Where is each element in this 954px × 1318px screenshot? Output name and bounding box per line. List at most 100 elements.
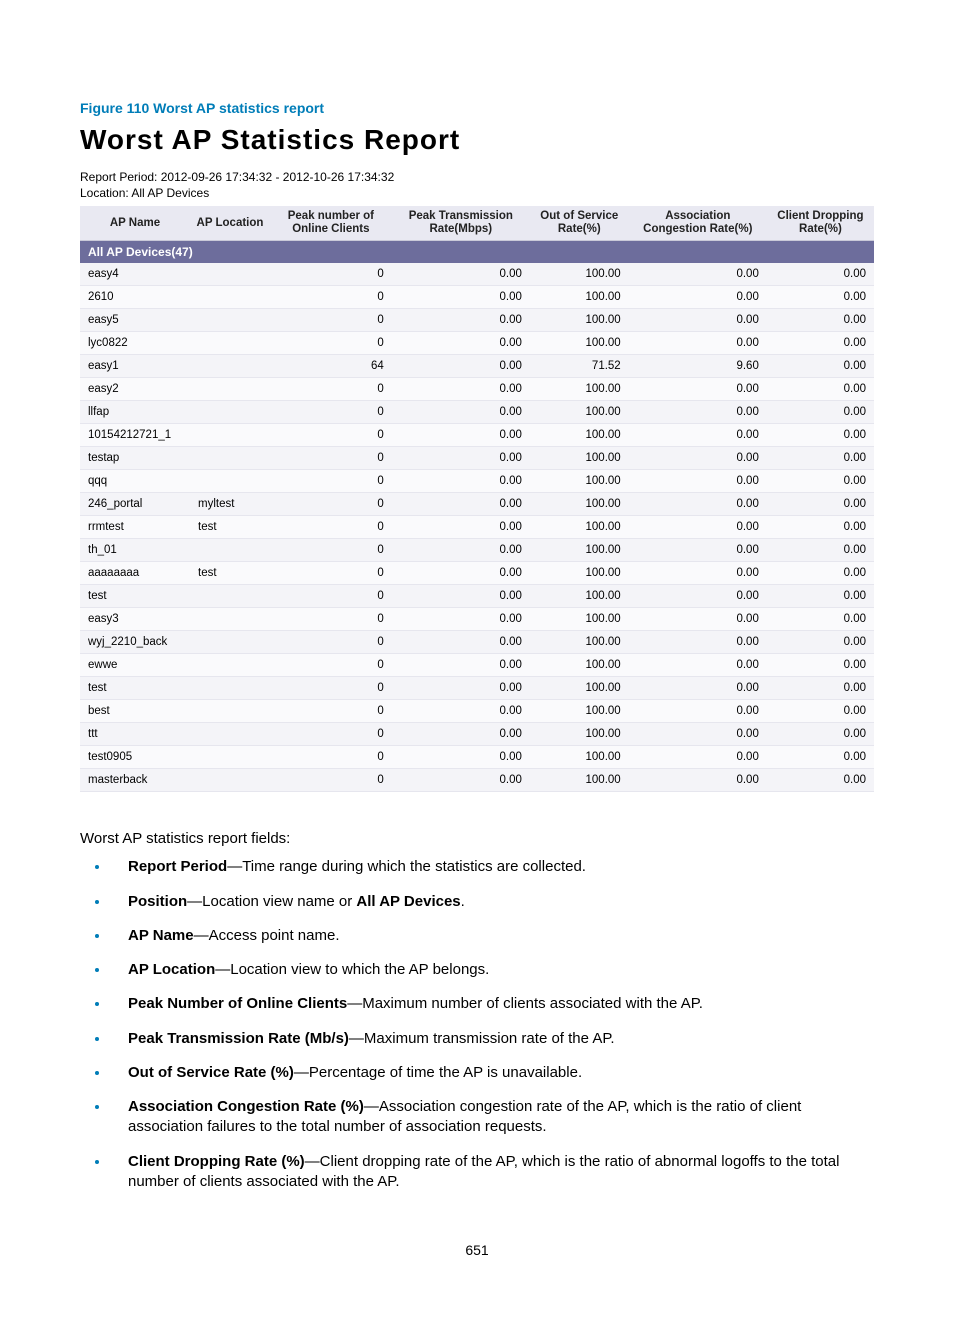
report-period: Report Period: 2012-09-26 17:34:32 - 201…	[80, 170, 874, 184]
cell-assoc-congestion: 0.00	[629, 309, 767, 332]
cell-peak-clients: 0	[270, 585, 392, 608]
cell-peak-clients: 0	[270, 654, 392, 677]
table-row: testap00.00100.000.000.00	[80, 447, 874, 470]
cell-ap-location	[190, 700, 270, 723]
cell-ap-name: lyc0822	[80, 332, 190, 355]
cell-assoc-congestion: 0.00	[629, 769, 767, 792]
cell-client-dropping: 0.00	[767, 769, 874, 792]
table-row: th_0100.00100.000.000.00	[80, 539, 874, 562]
cell-ap-name: th_01	[80, 539, 190, 562]
cell-client-dropping: 0.00	[767, 723, 874, 746]
cell-peak-rate: 0.00	[392, 608, 530, 631]
cell-ap-name: aaaaaaaa	[80, 562, 190, 585]
cell-ap-name: 2610	[80, 286, 190, 309]
field-term: Client Dropping Rate (%)	[128, 1153, 305, 1170]
cell-ap-location	[190, 286, 270, 309]
cell-client-dropping: 0.00	[767, 286, 874, 309]
cell-ap-name: test0905	[80, 746, 190, 769]
cell-assoc-congestion: 0.00	[629, 332, 767, 355]
table-row: masterback00.00100.000.000.00	[80, 769, 874, 792]
cell-assoc-congestion: 0.00	[629, 585, 767, 608]
cell-peak-rate: 0.00	[392, 263, 530, 286]
cell-peak-rate: 0.00	[392, 769, 530, 792]
cell-ap-name: ttt	[80, 723, 190, 746]
cell-client-dropping: 0.00	[767, 263, 874, 286]
cell-peak-clients: 0	[270, 378, 392, 401]
cell-out-of-service: 100.00	[530, 769, 629, 792]
cell-ap-name: easy5	[80, 309, 190, 332]
field-item: Report Period—Time range during which th…	[110, 857, 874, 877]
cell-peak-clients: 0	[270, 608, 392, 631]
cell-client-dropping: 0.00	[767, 654, 874, 677]
field-desc-post: .	[461, 893, 465, 910]
cell-peak-rate: 0.00	[392, 700, 530, 723]
table-row: 246_portalmyltest00.00100.000.000.00	[80, 493, 874, 516]
cell-assoc-congestion: 0.00	[629, 263, 767, 286]
field-item: Association Congestion Rate (%)—Associat…	[110, 1097, 874, 1138]
table-row: llfap00.00100.000.000.00	[80, 401, 874, 424]
report-title: Worst AP Statistics Report	[80, 124, 874, 156]
cell-ap-name: easy3	[80, 608, 190, 631]
table-header-row: AP Name AP Location Peak number of Onlin…	[80, 206, 874, 241]
cell-client-dropping: 0.00	[767, 631, 874, 654]
field-term: Association Congestion Rate (%)	[128, 1098, 364, 1115]
cell-peak-rate: 0.00	[392, 286, 530, 309]
field-term: Peak Number of Online Clients	[128, 995, 347, 1012]
cell-peak-rate: 0.00	[392, 493, 530, 516]
cell-client-dropping: 0.00	[767, 493, 874, 516]
cell-ap-location	[190, 355, 270, 378]
cell-assoc-congestion: 0.00	[629, 746, 767, 769]
cell-client-dropping: 0.00	[767, 424, 874, 447]
cell-peak-rate: 0.00	[392, 539, 530, 562]
table-row: test00.00100.000.000.00	[80, 677, 874, 700]
field-term: AP Name	[128, 927, 194, 944]
cell-assoc-congestion: 9.60	[629, 355, 767, 378]
cell-peak-clients: 0	[270, 401, 392, 424]
cell-peak-clients: 0	[270, 631, 392, 654]
cell-peak-rate: 0.00	[392, 470, 530, 493]
cell-peak-clients: 0	[270, 769, 392, 792]
cell-ap-location	[190, 309, 270, 332]
cell-assoc-congestion: 0.00	[629, 723, 767, 746]
cell-ap-location	[190, 378, 270, 401]
cell-assoc-congestion: 0.00	[629, 378, 767, 401]
cell-assoc-congestion: 0.00	[629, 700, 767, 723]
cell-ap-location	[190, 723, 270, 746]
cell-ap-location	[190, 585, 270, 608]
field-desc: —Access point name.	[194, 927, 340, 944]
cell-peak-rate: 0.00	[392, 723, 530, 746]
cell-out-of-service: 100.00	[530, 631, 629, 654]
cell-ap-location	[190, 746, 270, 769]
cell-peak-clients: 0	[270, 723, 392, 746]
table-body: All AP Devices(47) easy400.00100.000.000…	[80, 241, 874, 792]
cell-peak-clients: 0	[270, 332, 392, 355]
cell-out-of-service: 100.00	[530, 493, 629, 516]
table-row: rrmtesttest00.00100.000.000.00	[80, 516, 874, 539]
col-ap-name: AP Name	[80, 206, 190, 241]
cell-client-dropping: 0.00	[767, 447, 874, 470]
col-peak-rate: Peak Transmission Rate(Mbps)	[392, 206, 530, 241]
report-table: AP Name AP Location Peak number of Onlin…	[80, 206, 874, 792]
cell-out-of-service: 100.00	[530, 700, 629, 723]
table-row: test00.00100.000.000.00	[80, 585, 874, 608]
cell-out-of-service: 100.00	[530, 608, 629, 631]
cell-client-dropping: 0.00	[767, 332, 874, 355]
cell-client-dropping: 0.00	[767, 608, 874, 631]
cell-peak-clients: 0	[270, 746, 392, 769]
cell-peak-clients: 0	[270, 493, 392, 516]
cell-peak-clients: 0	[270, 470, 392, 493]
cell-assoc-congestion: 0.00	[629, 631, 767, 654]
cell-ap-location	[190, 447, 270, 470]
cell-peak-clients: 0	[270, 562, 392, 585]
cell-peak-rate: 0.00	[392, 447, 530, 470]
cell-assoc-congestion: 0.00	[629, 562, 767, 585]
cell-out-of-service: 100.00	[530, 470, 629, 493]
cell-peak-clients: 0	[270, 286, 392, 309]
field-desc: —Percentage of time the AP is unavailabl…	[294, 1064, 582, 1081]
cell-peak-rate: 0.00	[392, 677, 530, 700]
cell-out-of-service: 100.00	[530, 378, 629, 401]
cell-assoc-congestion: 0.00	[629, 286, 767, 309]
table-row: ewwe00.00100.000.000.00	[80, 654, 874, 677]
cell-ap-name: easy1	[80, 355, 190, 378]
cell-out-of-service: 100.00	[530, 447, 629, 470]
